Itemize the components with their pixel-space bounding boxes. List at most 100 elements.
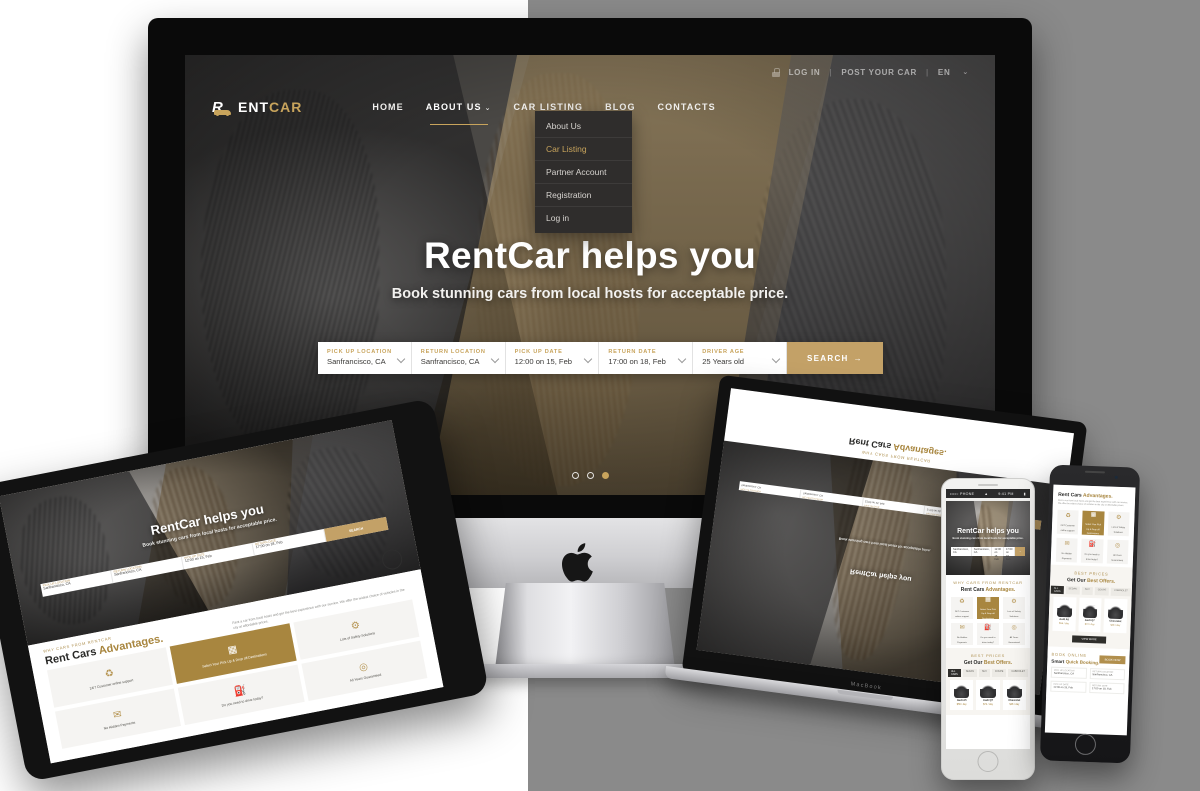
topbar-separator-1: | xyxy=(829,67,833,77)
tab-coupe[interactable]: COUPE xyxy=(1094,587,1110,597)
tab-suv[interactable]: SUV xyxy=(978,669,990,677)
car-card[interactable]: Chevrolet $48 / day xyxy=(1002,680,1026,710)
dropdown-item-about-us[interactable]: About Us xyxy=(535,115,632,138)
offers-filter-tabs: ALL CARS SEDAN SUV COUPE CABRIOLET xyxy=(948,669,1028,677)
field-driver-age[interactable]: DRIVER AGE 25 Years old xyxy=(693,342,787,374)
advantage-card[interactable]: ⚙ Lots of Safety Solutions xyxy=(1003,597,1025,619)
advantage-card[interactable]: ⛽ Do you need to drive today? xyxy=(1081,539,1104,564)
guarantee-icon: ◎ xyxy=(1114,543,1121,550)
field-pickup-location[interactable]: Sanfrancisco, CA xyxy=(951,546,972,556)
phone-camera xyxy=(1114,475,1118,479)
wifi-icon: ▲ xyxy=(984,491,989,496)
field-return-location[interactable]: Sanfrancisco, CA xyxy=(972,546,993,556)
tab-cabriolet[interactable]: CABRIOLET xyxy=(1111,588,1131,597)
site-logo[interactable]: R ENTCAR xyxy=(211,99,303,116)
tab-all-cars[interactable]: ALL CARS xyxy=(1050,586,1064,595)
advantage-card[interactable]: ◎ All Years Guaranteed xyxy=(1106,539,1129,565)
tab-suv[interactable]: SUV xyxy=(1081,587,1093,596)
mockup-stage: LOG IN | POST YOUR CAR | EN ⌄ R ENTCAR H… xyxy=(0,0,1200,791)
phone-hero-subtitle: Book stunning cars from local hosts for … xyxy=(952,536,1024,540)
field-return-date[interactable]: RETURN DATE 17:00 on 18, Feb xyxy=(1088,682,1125,695)
offers-card-row: Audi A5 $56 / day Audi Q7 $72 / day Chev… xyxy=(1052,597,1128,634)
tab-cabriolet[interactable]: CABRIOLET xyxy=(1008,669,1028,677)
advantage-card[interactable]: ✉ No Hidden Payments xyxy=(951,623,973,645)
advantage-card[interactable]: ▦ Select Your Pick Up & Drop off Destina… xyxy=(977,597,999,620)
advantage-card[interactable]: ◎ All Years Guaranteed xyxy=(1003,623,1025,645)
envelope-icon: ✉ xyxy=(959,624,965,631)
advantage-card[interactable]: ♻ 24/7 Customer online support xyxy=(951,597,973,619)
field-pickup-location[interactable]: PICK UP LOCATION Sanfrancisco, CA xyxy=(318,342,412,374)
field-value: Sanfrancisco, CA xyxy=(327,357,386,366)
field-label: RETURN LOCATION xyxy=(420,349,486,355)
tab-sedan[interactable]: SEDAN xyxy=(962,669,977,677)
tab-coupe[interactable]: COUPE xyxy=(991,669,1007,677)
car-card[interactable]: Audi A5 $56 / day xyxy=(950,680,974,710)
phone-home-button[interactable] xyxy=(1074,733,1097,756)
device-tablet: RentCar helps you Book stunning cars fro… xyxy=(0,397,490,783)
field-return-location[interactable]: RETURN LOCATION Sanfrancisco, CA xyxy=(412,342,506,374)
dropdown-item-partner-account[interactable]: Partner Account xyxy=(535,161,632,184)
car-card[interactable]: Audi Q7 $72 / day xyxy=(976,680,1000,710)
topbar-language-selector[interactable]: EN xyxy=(938,68,951,77)
field-label: RETURN DATE xyxy=(608,349,657,355)
field-return-location[interactable]: RETURN LOCATION Sanfrancisco, CA xyxy=(1089,668,1126,681)
offers-filter-tabs: ALL CARS SEDAN SUV COUPE CABRIOLET xyxy=(1050,586,1131,597)
view-more-button[interactable]: VIEW MORE xyxy=(1071,635,1107,644)
phone-speaker xyxy=(978,484,998,486)
search-button-label: SEARCH xyxy=(807,353,849,363)
book-now-button[interactable]: BOOK NOW xyxy=(1099,655,1126,665)
about-us-dropdown-menu: About Us Car Listing Partner Account Reg… xyxy=(535,111,632,233)
hero-subtitle: Book stunning cars from local hosts for … xyxy=(391,286,789,302)
advantage-card[interactable]: ⚙ Lots of Safety Solutions xyxy=(1107,511,1130,537)
nav-item-contacts[interactable]: CONTACTS xyxy=(658,102,716,112)
offers-eyebrow: BEST PRICES xyxy=(970,653,1006,658)
utility-topbar: LOG IN | POST YOUR CAR | EN ⌄ xyxy=(185,55,995,89)
status-time: 9:41 PM xyxy=(998,491,1014,496)
topbar-login-link[interactable]: LOG IN xyxy=(789,68,821,77)
advantage-card[interactable]: ▦ Select Your Pick Up & Drop off Destina… xyxy=(1082,511,1105,536)
car-card[interactable]: Audi A5 $56 / day xyxy=(1052,597,1077,632)
phone-home-button[interactable] xyxy=(977,751,999,772)
map-icon: ▦ xyxy=(1090,511,1097,519)
advantage-card[interactable]: ⛽ Do you need to drive today? xyxy=(977,623,999,645)
carousel-dot-3[interactable] xyxy=(601,472,609,479)
tab-all-cars[interactable]: ALL CARS xyxy=(948,669,961,677)
nav-item-home[interactable]: HOME xyxy=(372,102,403,112)
dropdown-item-car-listing[interactable]: Car Listing xyxy=(535,138,632,161)
dropdown-item-log-in[interactable]: Log in xyxy=(535,207,632,229)
phone-hero-title: RentCar helps you xyxy=(957,527,1019,535)
carousel-dot-1[interactable] xyxy=(571,472,579,479)
advantages-title: Rent Cars Advantages. xyxy=(960,587,1016,593)
search-button[interactable]: → xyxy=(1015,546,1025,556)
safety-icon: ⚙ xyxy=(1011,598,1017,605)
field-pickup-date[interactable]: PICK UP DATE 12:00 on 15, Feb xyxy=(506,342,600,374)
field-return-date[interactable]: RETURN DATE 17:00 on 18, Feb xyxy=(599,342,694,374)
field-pickup-location[interactable]: PICK UP LOCATION Sanfrancisco, CA xyxy=(1050,667,1087,680)
tab-sedan[interactable]: SEDAN xyxy=(1065,586,1080,596)
map-icon: ▦ xyxy=(226,643,239,656)
car-image xyxy=(1056,603,1073,618)
support-icon: ♻ xyxy=(103,667,115,680)
car-image xyxy=(953,684,970,698)
logo-text-suffix: CAR xyxy=(269,99,303,115)
field-value: Sanfrancisco, CA xyxy=(420,357,480,366)
advantages-intro: Rent a car from local hosts and get the … xyxy=(1057,499,1128,508)
carousel-dot-2[interactable] xyxy=(586,472,594,479)
search-button[interactable]: SEARCH → xyxy=(786,342,883,374)
booking-eyebrow: BOOK ONLINE xyxy=(1051,652,1087,659)
field-return-date[interactable]: 17:00 on 18, Feb xyxy=(1004,546,1016,561)
fuel-icon: ⛽ xyxy=(1088,542,1097,549)
advantage-card[interactable]: ♻ 24/7 Customer online support xyxy=(1056,510,1079,535)
advantage-card[interactable]: ✉ No Hidden Payments xyxy=(1055,538,1078,563)
field-pickup-date[interactable]: PICK UP DATE 12:00 on 15, Feb xyxy=(1050,681,1087,694)
topbar-post-car-link[interactable]: POST YOUR CAR xyxy=(841,68,917,77)
field-pickup-date[interactable]: 12:00 on 15, Feb xyxy=(992,546,1004,561)
quick-booking-section: BOOK ONLINE Smart Quick Booking. BOOK NO… xyxy=(1046,646,1130,700)
booking-title: Smart Quick Booking. xyxy=(1051,659,1100,666)
dropdown-item-registration[interactable]: Registration xyxy=(535,184,632,207)
car-card[interactable]: Audi Q7 $72 / day xyxy=(1078,598,1102,633)
nav-item-about-us[interactable]: ABOUT US ⌄ xyxy=(426,102,492,112)
car-card[interactable]: Chevrolet $48 / day xyxy=(1103,598,1128,634)
guarantee-icon: ◎ xyxy=(1011,624,1017,631)
chevron-down-icon: ⌄ xyxy=(484,105,492,112)
